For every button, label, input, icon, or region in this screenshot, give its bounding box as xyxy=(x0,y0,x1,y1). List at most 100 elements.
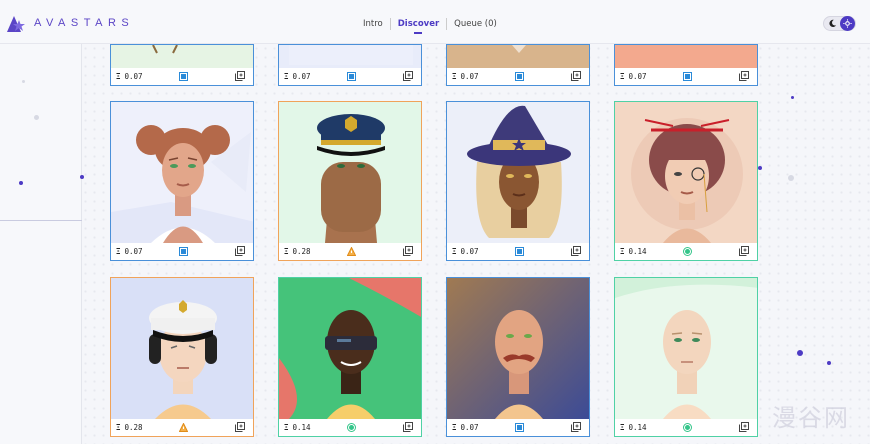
card-footer: Ξ 0.07 xyxy=(111,243,253,260)
decor-dot xyxy=(797,350,803,356)
avastar-card[interactable]: Ξ 0.14 xyxy=(614,101,758,261)
add-to-queue-icon[interactable] xyxy=(571,422,581,432)
square-status-icon xyxy=(515,423,524,432)
avastar-portrait xyxy=(279,45,421,68)
card-footer: Ξ 0.07 xyxy=(447,419,589,436)
tab-discover[interactable]: Discover xyxy=(398,19,439,34)
eth-icon: Ξ xyxy=(452,423,457,432)
price-label: 0.07 xyxy=(460,72,479,81)
eth-icon: Ξ xyxy=(116,72,121,81)
watermark: 漫谷网 xyxy=(772,404,850,432)
eth-icon: Ξ xyxy=(116,247,121,256)
square-status-icon xyxy=(515,72,524,81)
eth-icon: Ξ xyxy=(284,247,289,256)
card-footer: Ξ 0.07 xyxy=(615,68,757,85)
add-to-queue-icon[interactable] xyxy=(739,422,749,432)
avastar-portrait xyxy=(615,102,757,243)
eth-icon: Ξ xyxy=(452,72,457,81)
card-footer: Ξ 0.14 xyxy=(279,419,421,436)
divider-line xyxy=(0,220,82,221)
card-footer: Ξ 0.14 xyxy=(615,243,757,260)
avastar-card[interactable]: Ξ 0.28 xyxy=(278,101,422,261)
avastar-portrait xyxy=(111,45,253,68)
avastar-card[interactable]: Ξ 0.07 xyxy=(446,277,590,437)
triangle-status-icon xyxy=(347,247,356,256)
avastar-card[interactable]: Ξ 0.07 xyxy=(110,44,254,86)
add-to-queue-icon[interactable] xyxy=(571,246,581,256)
add-to-queue-icon[interactable] xyxy=(235,246,245,256)
square-status-icon xyxy=(347,72,356,81)
decor-dot xyxy=(19,181,23,185)
price-label: 0.14 xyxy=(628,423,647,432)
circle-status-icon xyxy=(347,423,356,432)
avastar-portrait xyxy=(447,278,589,419)
sun-icon xyxy=(840,16,855,31)
card-footer: Ξ 0.14 xyxy=(615,419,757,436)
add-to-queue-icon[interactable] xyxy=(235,71,245,81)
price-label: 0.07 xyxy=(460,247,479,256)
avastar-card[interactable]: Ξ 0.07 xyxy=(278,44,422,86)
avastar-portrait xyxy=(447,102,589,243)
avastar-portrait xyxy=(111,278,253,419)
avastars-star-logo-icon[interactable] xyxy=(5,14,27,34)
square-status-icon xyxy=(515,247,524,256)
eth-icon: Ξ xyxy=(620,423,625,432)
main-nav: Intro Discover Queue (0) xyxy=(363,18,497,34)
card-footer: Ξ 0.07 xyxy=(447,243,589,260)
eth-icon: Ξ xyxy=(620,247,625,256)
avastar-portrait xyxy=(111,102,253,243)
price-label: 0.07 xyxy=(124,72,143,81)
price-label: 0.14 xyxy=(292,423,311,432)
card-footer: Ξ 0.07 xyxy=(111,68,253,85)
card-footer: Ξ 0.07 xyxy=(279,68,421,85)
add-to-queue-icon[interactable] xyxy=(403,71,413,81)
add-to-queue-icon[interactable] xyxy=(403,422,413,432)
square-status-icon xyxy=(179,72,188,81)
price-label: 0.28 xyxy=(124,423,143,432)
add-to-queue-icon[interactable] xyxy=(403,246,413,256)
card-footer: Ξ 0.07 xyxy=(447,68,589,85)
triangle-status-icon xyxy=(179,423,188,432)
avastar-card[interactable]: Ξ 0.07 xyxy=(614,44,758,86)
eth-icon: Ξ xyxy=(620,72,625,81)
avastar-card[interactable]: Ξ 0.14 xyxy=(614,277,758,437)
left-margin-panel xyxy=(0,44,82,444)
eth-icon: Ξ xyxy=(284,72,289,81)
price-label: 0.07 xyxy=(628,72,647,81)
card-footer: Ξ 0.28 xyxy=(279,243,421,260)
price-label: 0.28 xyxy=(292,247,311,256)
square-status-icon xyxy=(179,247,188,256)
price-label: 0.07 xyxy=(292,72,311,81)
square-status-icon xyxy=(683,72,692,81)
add-to-queue-icon[interactable] xyxy=(571,71,581,81)
decor-dot xyxy=(22,80,25,83)
avastar-portrait xyxy=(447,45,589,68)
avastar-portrait xyxy=(279,102,421,243)
avastar-card[interactable]: Ξ 0.07 xyxy=(446,101,590,261)
price-label: 0.07 xyxy=(124,247,143,256)
moon-icon xyxy=(829,19,837,28)
eth-icon: Ξ xyxy=(452,247,457,256)
add-to-queue-icon[interactable] xyxy=(235,422,245,432)
tab-queue[interactable]: Queue (0) xyxy=(454,19,497,29)
card-footer: Ξ 0.28 xyxy=(111,419,253,436)
theme-toggle[interactable] xyxy=(823,16,856,31)
tab-intro[interactable]: Intro xyxy=(363,19,383,29)
eth-icon: Ξ xyxy=(284,423,289,432)
avastar-card[interactable]: Ξ 0.28 xyxy=(110,277,254,437)
add-to-queue-icon[interactable] xyxy=(739,246,749,256)
decor-dot xyxy=(34,115,39,120)
add-to-queue-icon[interactable] xyxy=(739,71,749,81)
avastar-card[interactable]: Ξ 0.07 xyxy=(110,101,254,261)
circle-status-icon xyxy=(683,423,692,432)
avastar-card[interactable]: Ξ 0.14 xyxy=(278,277,422,437)
brand-name[interactable]: AVASTARS xyxy=(34,17,134,29)
decor-dot xyxy=(80,175,84,179)
nav-divider xyxy=(389,18,391,30)
price-label: 0.07 xyxy=(460,423,479,432)
avastar-card[interactable]: Ξ 0.07 xyxy=(446,44,590,86)
avastar-portrait xyxy=(279,278,421,419)
top-header: AVASTARS Intro Discover Queue (0) xyxy=(0,0,870,44)
eth-icon: Ξ xyxy=(116,423,121,432)
decor-dot xyxy=(788,175,794,181)
